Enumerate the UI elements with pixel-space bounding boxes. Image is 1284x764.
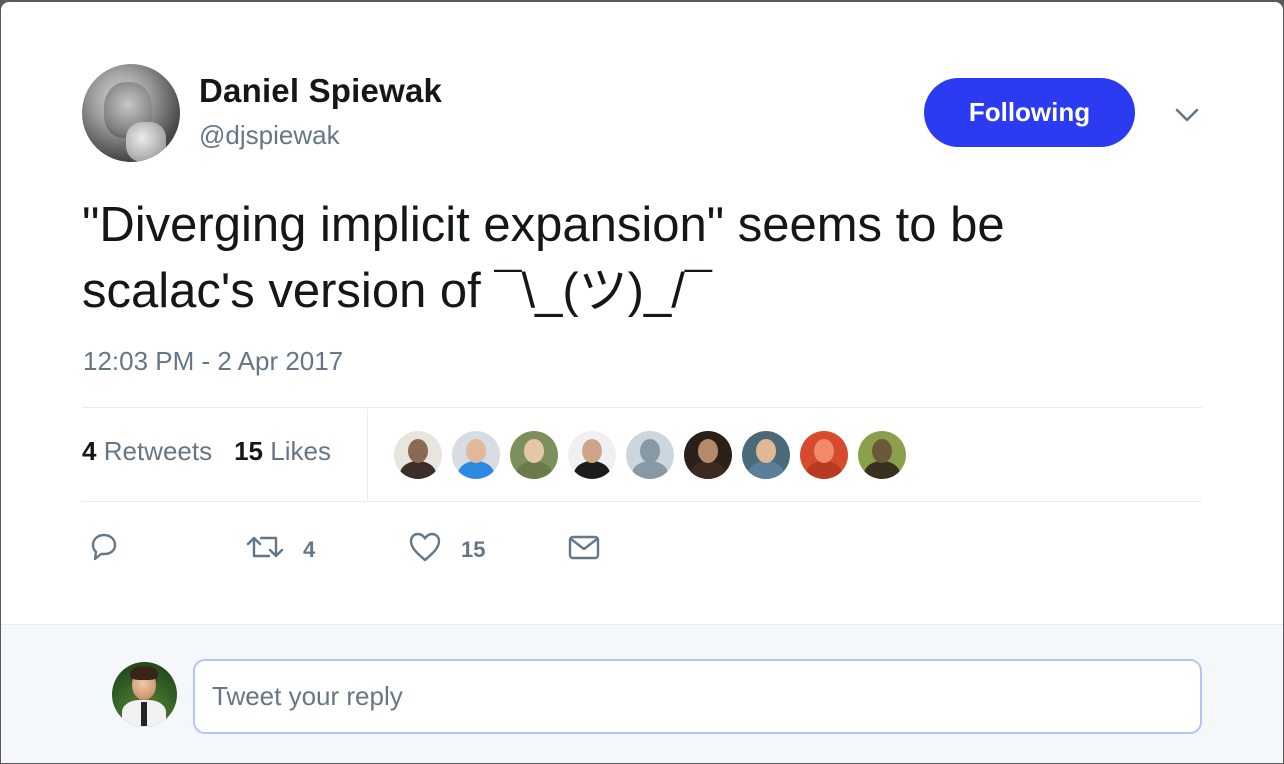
reply-icon[interactable] xyxy=(87,530,121,569)
author-name[interactable]: Daniel Spiewak xyxy=(199,72,442,110)
liker-avatar-head xyxy=(524,439,544,463)
liker-avatar-head xyxy=(698,439,718,463)
reply-action[interactable] xyxy=(87,530,139,569)
retweet-action[interactable]: 4 xyxy=(245,530,315,569)
following-button[interactable]: Following xyxy=(924,78,1135,147)
liker-avatar-body xyxy=(574,461,610,479)
liker-avatar-head xyxy=(640,439,660,463)
tweet-timestamp[interactable]: 12:03 PM - 2 Apr 2017 xyxy=(83,346,343,377)
liker-avatar-1[interactable] xyxy=(394,431,442,479)
stats-divider xyxy=(367,409,368,502)
likes-stat[interactable]: 15 Likes xyxy=(234,436,331,467)
tweet-text-line-2: scalac's version of ¯\_(ツ)_/¯ xyxy=(82,264,712,318)
chevron-down-icon[interactable] xyxy=(1169,100,1205,130)
reply-area xyxy=(1,624,1283,763)
liker-avatar-body xyxy=(400,461,436,479)
like-count: 15 xyxy=(461,536,486,562)
liker-avatar-8[interactable] xyxy=(800,431,848,479)
liker-avatar-body xyxy=(748,461,784,479)
liker-avatar-body xyxy=(632,461,668,479)
author-handle[interactable]: @djspiewak xyxy=(199,120,340,151)
retweets-stat[interactable]: 4 Retweets xyxy=(82,436,212,467)
current-user-avatar[interactable] xyxy=(112,662,177,727)
tweet-card: Daniel Spiewak @djspiewak Following "Div… xyxy=(1,2,1283,763)
direct-message-action[interactable] xyxy=(567,530,601,569)
liker-avatar-3[interactable] xyxy=(510,431,558,479)
liker-avatar-head xyxy=(872,439,892,463)
current-user-avatar-hair xyxy=(130,666,158,680)
liker-avatar-head xyxy=(756,439,776,463)
liker-avatar-head xyxy=(408,439,428,463)
retweet-count: 4 xyxy=(303,536,316,562)
retweet-icon[interactable] xyxy=(245,530,285,569)
liker-avatar-body xyxy=(516,461,552,479)
liker-avatar-body xyxy=(458,461,494,479)
likers-list xyxy=(394,431,906,479)
like-action[interactable]: 15 xyxy=(407,530,485,569)
liker-avatar-body xyxy=(806,461,842,479)
liker-avatar-6[interactable] xyxy=(684,431,732,479)
liker-avatar-body xyxy=(690,461,726,479)
reply-input[interactable] xyxy=(193,659,1202,734)
divider-bottom xyxy=(82,501,1202,502)
heart-icon[interactable] xyxy=(407,530,443,569)
divider-top xyxy=(82,407,1202,408)
liker-avatar-body xyxy=(864,461,900,479)
likes-count: 15 xyxy=(234,436,264,466)
liker-avatar-9[interactable] xyxy=(858,431,906,479)
author-avatar-hand xyxy=(126,122,166,162)
liker-avatar-head xyxy=(466,439,486,463)
author-avatar[interactable] xyxy=(82,64,180,162)
liker-avatar-7[interactable] xyxy=(742,431,790,479)
current-user-avatar-tie xyxy=(141,702,147,726)
envelope-icon[interactable] xyxy=(567,530,601,569)
likes-label: Likes xyxy=(270,436,331,466)
liker-avatar-head xyxy=(814,439,834,463)
retweets-label: Retweets xyxy=(103,436,213,466)
liker-avatar-4[interactable] xyxy=(568,431,616,479)
tweet-text-line-1: "Diverging implicit expansion" seems to … xyxy=(82,198,1005,252)
liker-avatar-5[interactable] xyxy=(626,431,674,479)
liker-avatar-2[interactable] xyxy=(452,431,500,479)
tweet-text: "Diverging implicit expansion" seems to … xyxy=(82,192,1202,324)
tweet-stats: 4 Retweets 15 Likes xyxy=(82,436,331,467)
retweets-count: 4 xyxy=(82,436,97,466)
liker-avatar-head xyxy=(582,439,602,463)
